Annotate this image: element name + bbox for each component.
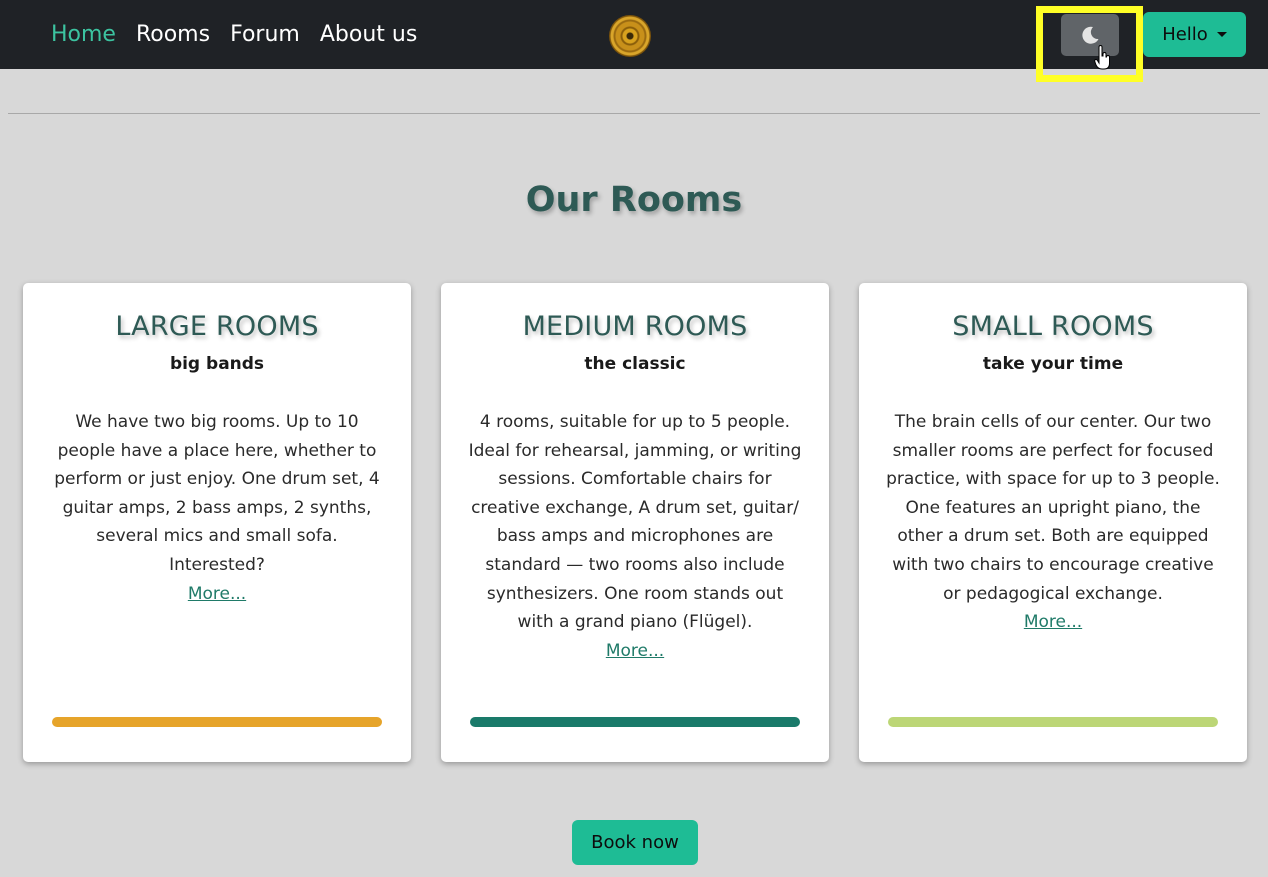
- card-title: MEDIUM ROOMS: [522, 311, 748, 342]
- divider: [8, 113, 1260, 114]
- moon-icon: [1082, 26, 1099, 44]
- card-subtitle: take your time: [982, 354, 1124, 374]
- card-accent-bar: [52, 717, 382, 727]
- card-subtitle: big bands: [169, 354, 265, 374]
- page-title: Our Rooms: [525, 180, 743, 220]
- more-link[interactable]: More...: [606, 641, 664, 661]
- more-link[interactable]: More...: [188, 584, 246, 604]
- nav-links: Home Rooms Forum About us: [51, 20, 437, 50]
- nav-link-about-us[interactable]: About us: [320, 20, 417, 50]
- vinyl-record-icon[interactable]: [609, 15, 651, 57]
- navbar: Home Rooms Forum About us Hello: [0, 0, 1268, 69]
- user-menu-button[interactable]: Hello: [1143, 12, 1246, 57]
- card-description: The brain cells of our center. Our two s…: [885, 408, 1221, 637]
- card-description-text: We have two big rooms. Up to 10 people h…: [54, 412, 380, 575]
- nav-link-rooms[interactable]: Rooms: [136, 20, 210, 50]
- user-menu-label: Hello: [1162, 24, 1208, 45]
- room-card-medium: MEDIUM ROOMS the classic 4 rooms, suitab…: [441, 283, 829, 762]
- nav-link-forum[interactable]: Forum: [230, 20, 300, 50]
- book-now-button[interactable]: Book now: [572, 820, 698, 865]
- card-description: We have two big rooms. Up to 10 people h…: [49, 408, 385, 608]
- theme-toggle-button[interactable]: [1061, 14, 1119, 56]
- more-link[interactable]: More...: [1024, 612, 1082, 632]
- card-subtitle: the classic: [584, 354, 686, 374]
- card-description-text: The brain cells of our center. Our two s…: [886, 412, 1220, 604]
- card-accent-bar: [888, 717, 1218, 727]
- card-title: SMALL ROOMS: [952, 311, 1154, 342]
- card-title: LARGE ROOMS: [115, 311, 319, 342]
- room-card-large: LARGE ROOMS big bands We have two big ro…: [23, 283, 411, 762]
- room-card-small: SMALL ROOMS take your time The brain cel…: [859, 283, 1247, 762]
- card-description: 4 rooms, suitable for up to 5 people. Id…: [467, 408, 803, 665]
- nav-link-home[interactable]: Home: [51, 20, 116, 50]
- card-accent-bar: [470, 717, 800, 727]
- card-description-text: 4 rooms, suitable for up to 5 people. Id…: [468, 412, 802, 633]
- caret-down-icon: [1216, 32, 1227, 37]
